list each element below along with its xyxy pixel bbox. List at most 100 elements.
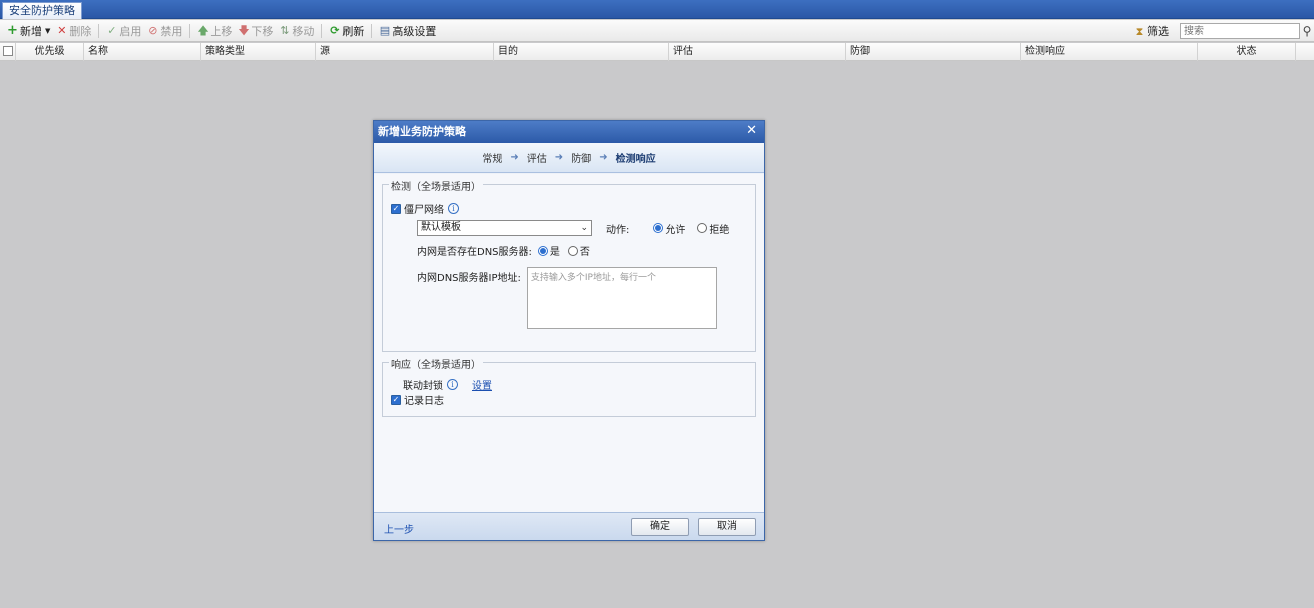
select-all-checkbox[interactable] xyxy=(2,46,13,56)
filter-icon: ⧗ xyxy=(1135,24,1144,38)
toolbar-separator xyxy=(98,23,100,38)
dns-ip-textarea[interactable]: 支持输入多个IP地址，每行一个 xyxy=(526,267,717,329)
delete-button[interactable]: ✕ 删除 xyxy=(53,22,94,40)
dns-ip-row: 内网DNS服务器IP地址: 支持输入多个IP地址，每行一个 xyxy=(417,267,717,329)
toolbar-separator xyxy=(321,23,323,38)
plus-icon: + xyxy=(7,23,18,38)
template-select[interactable]: 默认模板 ⌄ xyxy=(417,220,592,236)
response-group-legend: 响应（全场景适用） xyxy=(389,356,483,371)
dialog-body: 检测（全场景适用） ✓ 僵尸网络 i 默认模板 ⌄ 动作: 允许 拒绝 内网是否… xyxy=(374,174,764,513)
step-defense[interactable]: 防御 xyxy=(571,150,591,165)
arrow-down-icon: 🡇 xyxy=(238,24,250,37)
dialog-title-bar: 新增业务防护策略 ✕ xyxy=(374,121,764,143)
column-header-source[interactable]: 源 xyxy=(316,43,494,61)
move-icon: ⇅ xyxy=(280,24,290,37)
allow-radio-label: 允许 xyxy=(665,224,686,236)
arrow-right-icon: ➜ xyxy=(554,152,564,163)
detect-group: 检测（全场景适用） ✓ 僵尸网络 i 默认模板 ⌄ 动作: 允许 拒绝 内网是否… xyxy=(382,178,756,352)
search-input[interactable] xyxy=(1180,23,1300,39)
column-header-policy-type[interactable]: 策略类型 xyxy=(201,43,316,61)
dns-yes-radio[interactable] xyxy=(537,245,548,256)
refresh-icon: ⟳ xyxy=(330,24,340,37)
search-icon[interactable]: ⚲ xyxy=(1300,24,1314,38)
column-header-spacer xyxy=(1296,43,1314,61)
step-detect-response[interactable]: 检测响应 xyxy=(616,150,656,165)
advanced-settings-label: 高级设置 xyxy=(392,24,437,38)
refresh-button-label: 刷新 xyxy=(342,24,365,38)
dns-exists-row: 内网是否存在DNS服务器: 是 否 xyxy=(417,243,590,258)
toolbar-right: ⧗ 筛选 ⚲ xyxy=(1131,22,1314,40)
dns-no-label: 否 xyxy=(579,247,590,258)
dns-yes-label: 是 xyxy=(549,247,560,258)
disable-button-label: 禁用 xyxy=(160,24,183,38)
disable-button[interactable]: ⊘ 禁用 xyxy=(144,22,185,40)
move-down-button[interactable]: 🡇 下移 xyxy=(235,22,276,40)
advanced-settings-button[interactable]: ▤ 高级设置 xyxy=(376,22,439,40)
filter-button-label: 筛选 xyxy=(1147,25,1169,38)
toolbar-separator xyxy=(189,23,191,38)
refresh-button[interactable]: ⟳ 刷新 xyxy=(326,22,367,40)
log-checkbox[interactable]: ✓ xyxy=(391,394,401,405)
template-row: 默认模板 ⌄ 动作: 允许 拒绝 xyxy=(417,220,729,236)
linkage-row: 联动封锁 i 设置 xyxy=(403,377,492,392)
select-all-checkbox-cell[interactable] xyxy=(0,43,16,61)
move-button[interactable]: ⇅ 移动 xyxy=(276,22,317,40)
column-header-name[interactable]: 名称 xyxy=(84,43,201,61)
filter-button[interactable]: ⧗ 筛选 xyxy=(1131,22,1172,40)
column-header-defense[interactable]: 防御 xyxy=(846,43,1021,61)
linkage-label: 联动封锁 xyxy=(403,381,443,392)
column-header-status[interactable]: 状态 xyxy=(1198,43,1296,61)
ban-icon: ⊘ xyxy=(148,24,158,37)
log-label: 记录日志 xyxy=(404,396,444,407)
log-row: ✓ 记录日志 xyxy=(391,392,444,407)
deny-radio[interactable] xyxy=(697,223,708,233)
column-header-destination[interactable]: 目的 xyxy=(494,43,669,61)
grid-header: 优先级 名称 策略类型 源 目的 评估 防御 检测响应 状态 xyxy=(0,43,1314,61)
enable-button[interactable]: ✓ 启用 xyxy=(103,22,144,40)
step-general[interactable]: 常规 xyxy=(482,150,502,165)
allow-radio[interactable] xyxy=(653,223,664,233)
ok-button[interactable]: 确定 xyxy=(631,518,689,536)
move-up-button[interactable]: 🡅 上移 xyxy=(194,22,235,40)
new-button[interactable]: + 新增 ▼ xyxy=(4,22,53,40)
arrow-up-icon: 🡅 xyxy=(197,24,209,37)
new-protection-policy-dialog: 新增业务防护策略 ✕ 常规 ➜ 评估 ➜ 防御 ➜ 检测响应 检测（全场景适用）… xyxy=(373,120,765,541)
tab-bar: 安全防护策略 xyxy=(0,0,1314,19)
chevron-down-icon: ⌄ xyxy=(580,223,588,233)
botnet-checkbox[interactable]: ✓ xyxy=(391,203,401,214)
toolbar: + 新增 ▼ ✕ 删除 ✓ 启用 ⊘ 禁用 🡅 上移 🡇 下移 ⇅ 移动 ⟳ 刷… xyxy=(0,20,1314,42)
response-group: 响应（全场景适用） 联动封锁 i 设置 ✓ 记录日志 xyxy=(382,356,756,417)
dns-exists-label: 内网是否存在DNS服务器: xyxy=(417,247,532,258)
move-up-button-label: 上移 xyxy=(210,24,233,38)
caret-down-icon: ▼ xyxy=(45,26,51,35)
tab-security-policy[interactable]: 安全防护策略 xyxy=(2,2,82,19)
arrow-right-icon: ➜ xyxy=(510,152,519,163)
step-evaluation[interactable]: 评估 xyxy=(527,150,547,165)
delete-button-label: 删除 xyxy=(69,24,92,38)
new-button-label: 新增 xyxy=(20,24,42,38)
action-label: 动作: xyxy=(606,224,630,236)
settings-link[interactable]: 设置 xyxy=(472,377,492,392)
settings-document-icon: ▤ xyxy=(379,24,391,37)
deny-radio-label: 拒绝 xyxy=(709,224,730,236)
info-icon[interactable]: i xyxy=(447,379,458,390)
enable-button-label: 启用 xyxy=(119,24,142,38)
dns-no-radio[interactable] xyxy=(567,245,578,256)
template-select-value: 默认模板 xyxy=(421,222,461,233)
botnet-row: ✓ 僵尸网络 i xyxy=(391,201,459,216)
dialog-footer: 上一步 确定 取消 xyxy=(374,512,764,540)
dns-ip-label: 内网DNS服务器IP地址: xyxy=(417,273,521,284)
cancel-button[interactable]: 取消 xyxy=(698,518,756,536)
check-icon: ✓ xyxy=(107,24,117,37)
column-header-detect-response[interactable]: 检测响应 xyxy=(1021,43,1198,61)
column-header-evaluation[interactable]: 评估 xyxy=(669,43,846,61)
dialog-title: 新增业务防护策略 xyxy=(378,125,466,138)
info-icon[interactable]: i xyxy=(448,203,459,214)
arrow-right-icon: ➜ xyxy=(599,152,608,163)
wizard-steps: 常规 ➜ 评估 ➜ 防御 ➜ 检测响应 xyxy=(374,143,764,173)
close-icon[interactable]: ✕ xyxy=(746,121,757,141)
botnet-label: 僵尸网络 xyxy=(404,205,444,216)
column-header-priority[interactable]: 优先级 xyxy=(16,43,84,61)
delete-x-icon: ✕ xyxy=(57,24,67,37)
prev-step-link[interactable]: 上一步 xyxy=(384,521,414,536)
